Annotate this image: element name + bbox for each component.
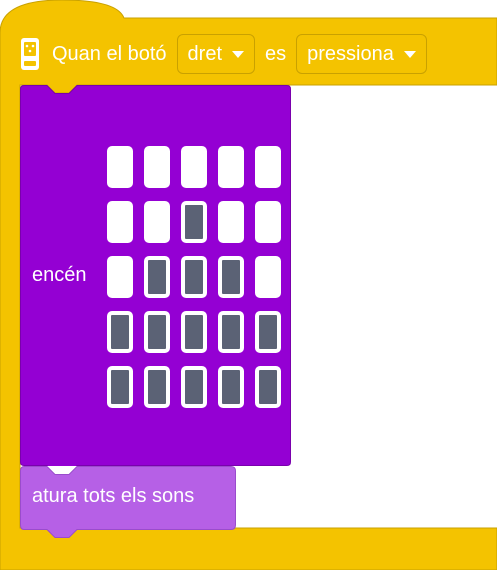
event-text-middle: es [265,42,287,65]
led-cell[interactable] [181,311,207,353]
event-dropdown[interactable]: pressiona [296,34,427,74]
led-cell[interactable] [181,366,207,408]
led-cell[interactable] [144,366,170,408]
led-cell[interactable] [218,366,244,408]
led-cell[interactable] [218,146,244,188]
led-cell[interactable] [181,256,207,298]
led-cell[interactable] [144,311,170,353]
event-dropdown-value: pressiona [307,42,394,65]
led-cell[interactable] [218,201,244,243]
button-dropdown-value: dret [187,42,222,65]
led-cell[interactable] [255,201,281,243]
event-text-prefix: Quan el botó [52,42,167,65]
show-leds-label: encén [32,264,87,286]
button-dropdown[interactable]: dret [176,34,255,74]
led-cell[interactable] [181,146,207,188]
led-cell[interactable] [255,256,281,298]
led-cell[interactable] [144,201,170,243]
chevron-down-icon [232,50,244,58]
stop-all-sounds-label: atura tots els sons [32,485,195,507]
led-cell[interactable] [107,256,133,298]
microbit-icon [18,36,42,72]
led-cell[interactable] [107,311,133,353]
led-cell[interactable] [218,256,244,298]
led-cell[interactable] [144,256,170,298]
chevron-down-icon [403,50,416,58]
led-cell[interactable] [107,146,133,188]
led-cell[interactable] [144,146,170,188]
led-cell[interactable] [255,146,281,188]
led-cell[interactable] [107,201,133,243]
led-cell[interactable] [255,311,281,353]
led-cell[interactable] [255,366,281,408]
event-header: Quan el botó dret es pressiona [18,32,427,76]
led-cell[interactable] [218,311,244,353]
led-cell[interactable] [181,201,207,243]
led-cell[interactable] [107,366,133,408]
